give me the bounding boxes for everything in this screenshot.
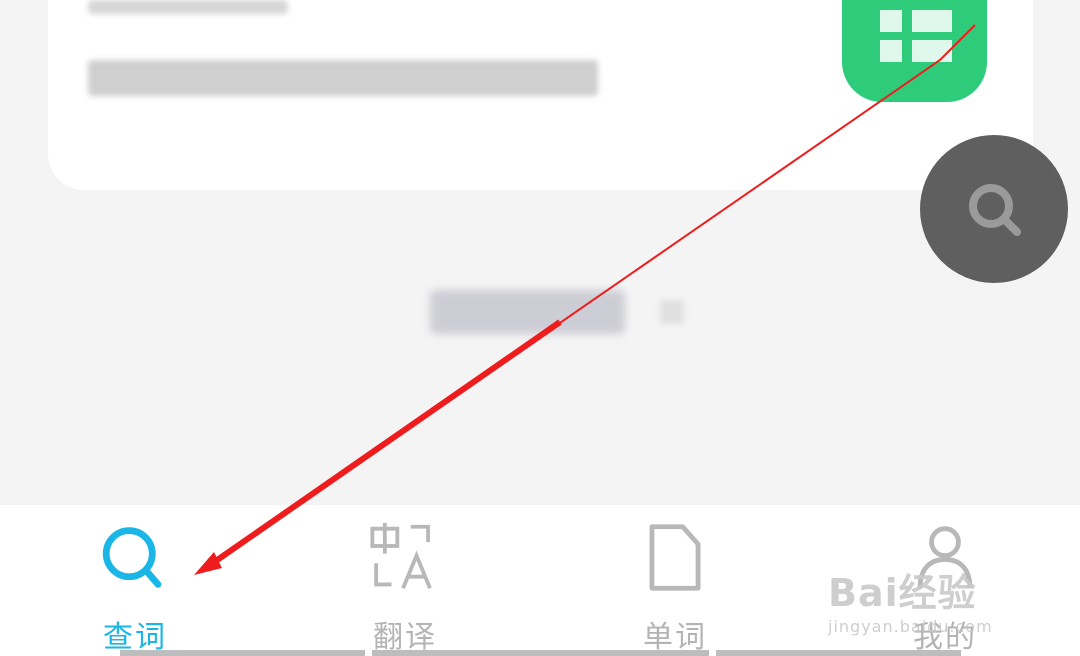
annotation-arrow: [194, 24, 976, 575]
